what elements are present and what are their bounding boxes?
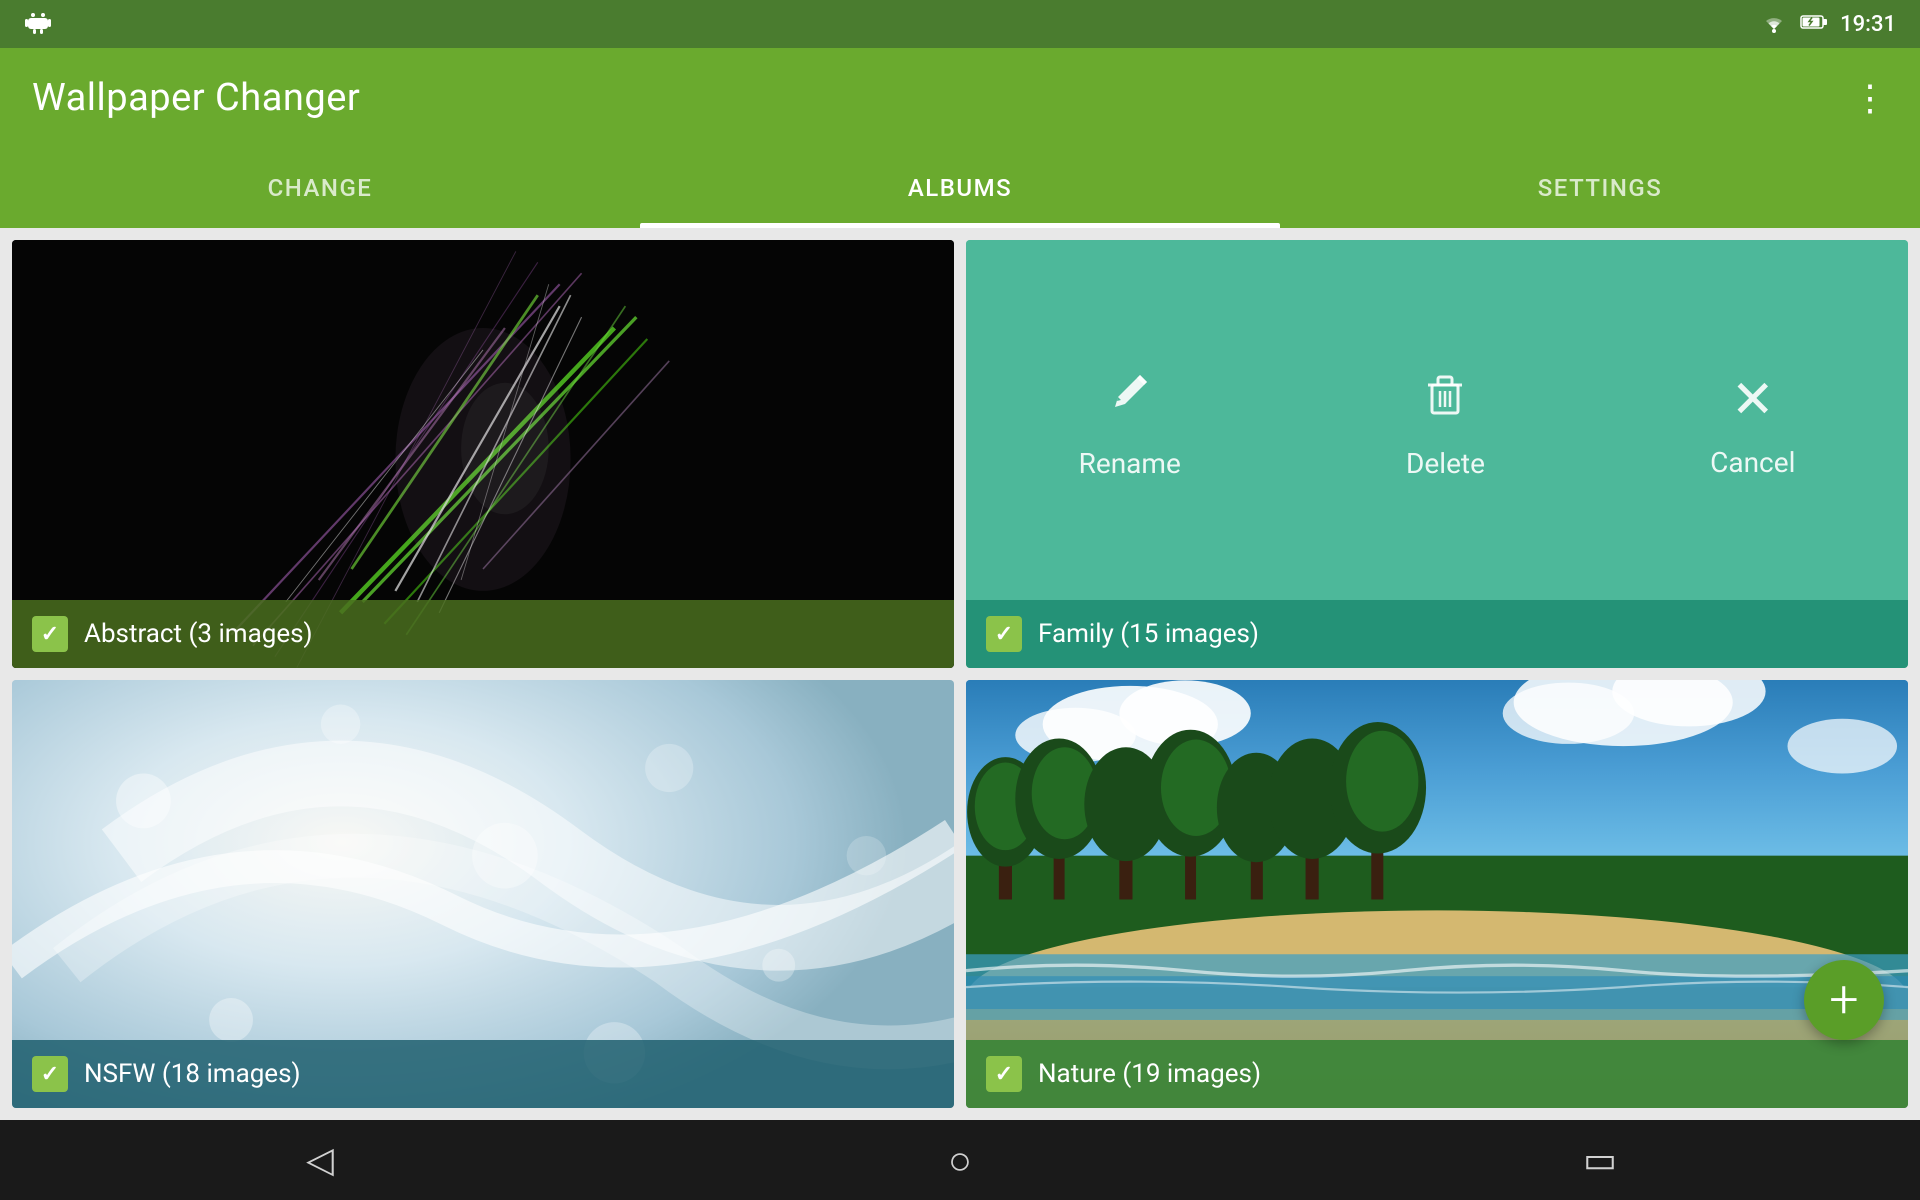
cancel-icon: ✕ xyxy=(1731,369,1775,430)
tab-settings[interactable]: SETTINGS xyxy=(1280,148,1920,228)
nav-bar: ◁ ○ ▭ xyxy=(0,1120,1920,1200)
rename-label: Rename xyxy=(1079,447,1181,480)
more-vert-icon[interactable]: ⋮ xyxy=(1852,77,1888,119)
android-icon xyxy=(24,7,52,41)
app-bar: Wallpaper Changer ⋮ xyxy=(0,48,1920,148)
album-label-nature: Nature (19 images) xyxy=(966,1040,1908,1108)
tab-change[interactable]: CHANGE xyxy=(0,148,640,228)
album-card-nature[interactable]: Nature (19 images) xyxy=(966,680,1908,1108)
tab-albums[interactable]: ALBUMS xyxy=(640,148,1280,228)
battery-icon xyxy=(1800,13,1828,36)
delete-icon xyxy=(1420,369,1470,431)
checkbox-nature[interactable] xyxy=(986,1056,1022,1092)
delete-button[interactable]: Delete xyxy=(1406,369,1485,480)
album-card-nsfw[interactable]: NSFW (18 images) xyxy=(12,680,954,1108)
album-card-family[interactable]: Rename Delete ✕ Cancel xyxy=(966,240,1908,668)
add-album-fab[interactable]: + xyxy=(1804,960,1884,1040)
cancel-label: Cancel xyxy=(1710,446,1795,479)
album-label-abstract: Abstract (3 images) xyxy=(12,600,954,668)
checkbox-nsfw[interactable] xyxy=(32,1056,68,1092)
family-actions-overlay: Rename Delete ✕ Cancel xyxy=(966,240,1908,608)
back-button[interactable]: ◁ xyxy=(280,1120,360,1200)
album-card-abstract[interactable]: Abstract (3 images) xyxy=(12,240,954,668)
rename-icon xyxy=(1105,369,1155,431)
recents-button[interactable]: ▭ xyxy=(1560,1120,1640,1200)
checkbox-family[interactable] xyxy=(986,616,1022,652)
album-label-family: Family (15 images) xyxy=(966,600,1908,668)
cancel-button[interactable]: ✕ Cancel xyxy=(1710,369,1795,479)
add-icon: + xyxy=(1829,974,1858,1026)
rename-button[interactable]: Rename xyxy=(1079,369,1181,480)
time-display: 19:31 xyxy=(1840,12,1896,37)
main-content: Abstract (3 images) Rename xyxy=(0,228,1920,1120)
status-bar: 19:31 xyxy=(0,0,1920,48)
wifi-icon xyxy=(1760,11,1788,38)
home-button[interactable]: ○ xyxy=(920,1120,1000,1200)
album-label-nsfw: NSFW (18 images) xyxy=(12,1040,954,1108)
tab-bar: CHANGE ALBUMS SETTINGS xyxy=(0,148,1920,228)
checkbox-abstract[interactable] xyxy=(32,616,68,652)
delete-label: Delete xyxy=(1406,447,1485,480)
app-title: Wallpaper Changer xyxy=(32,76,360,120)
